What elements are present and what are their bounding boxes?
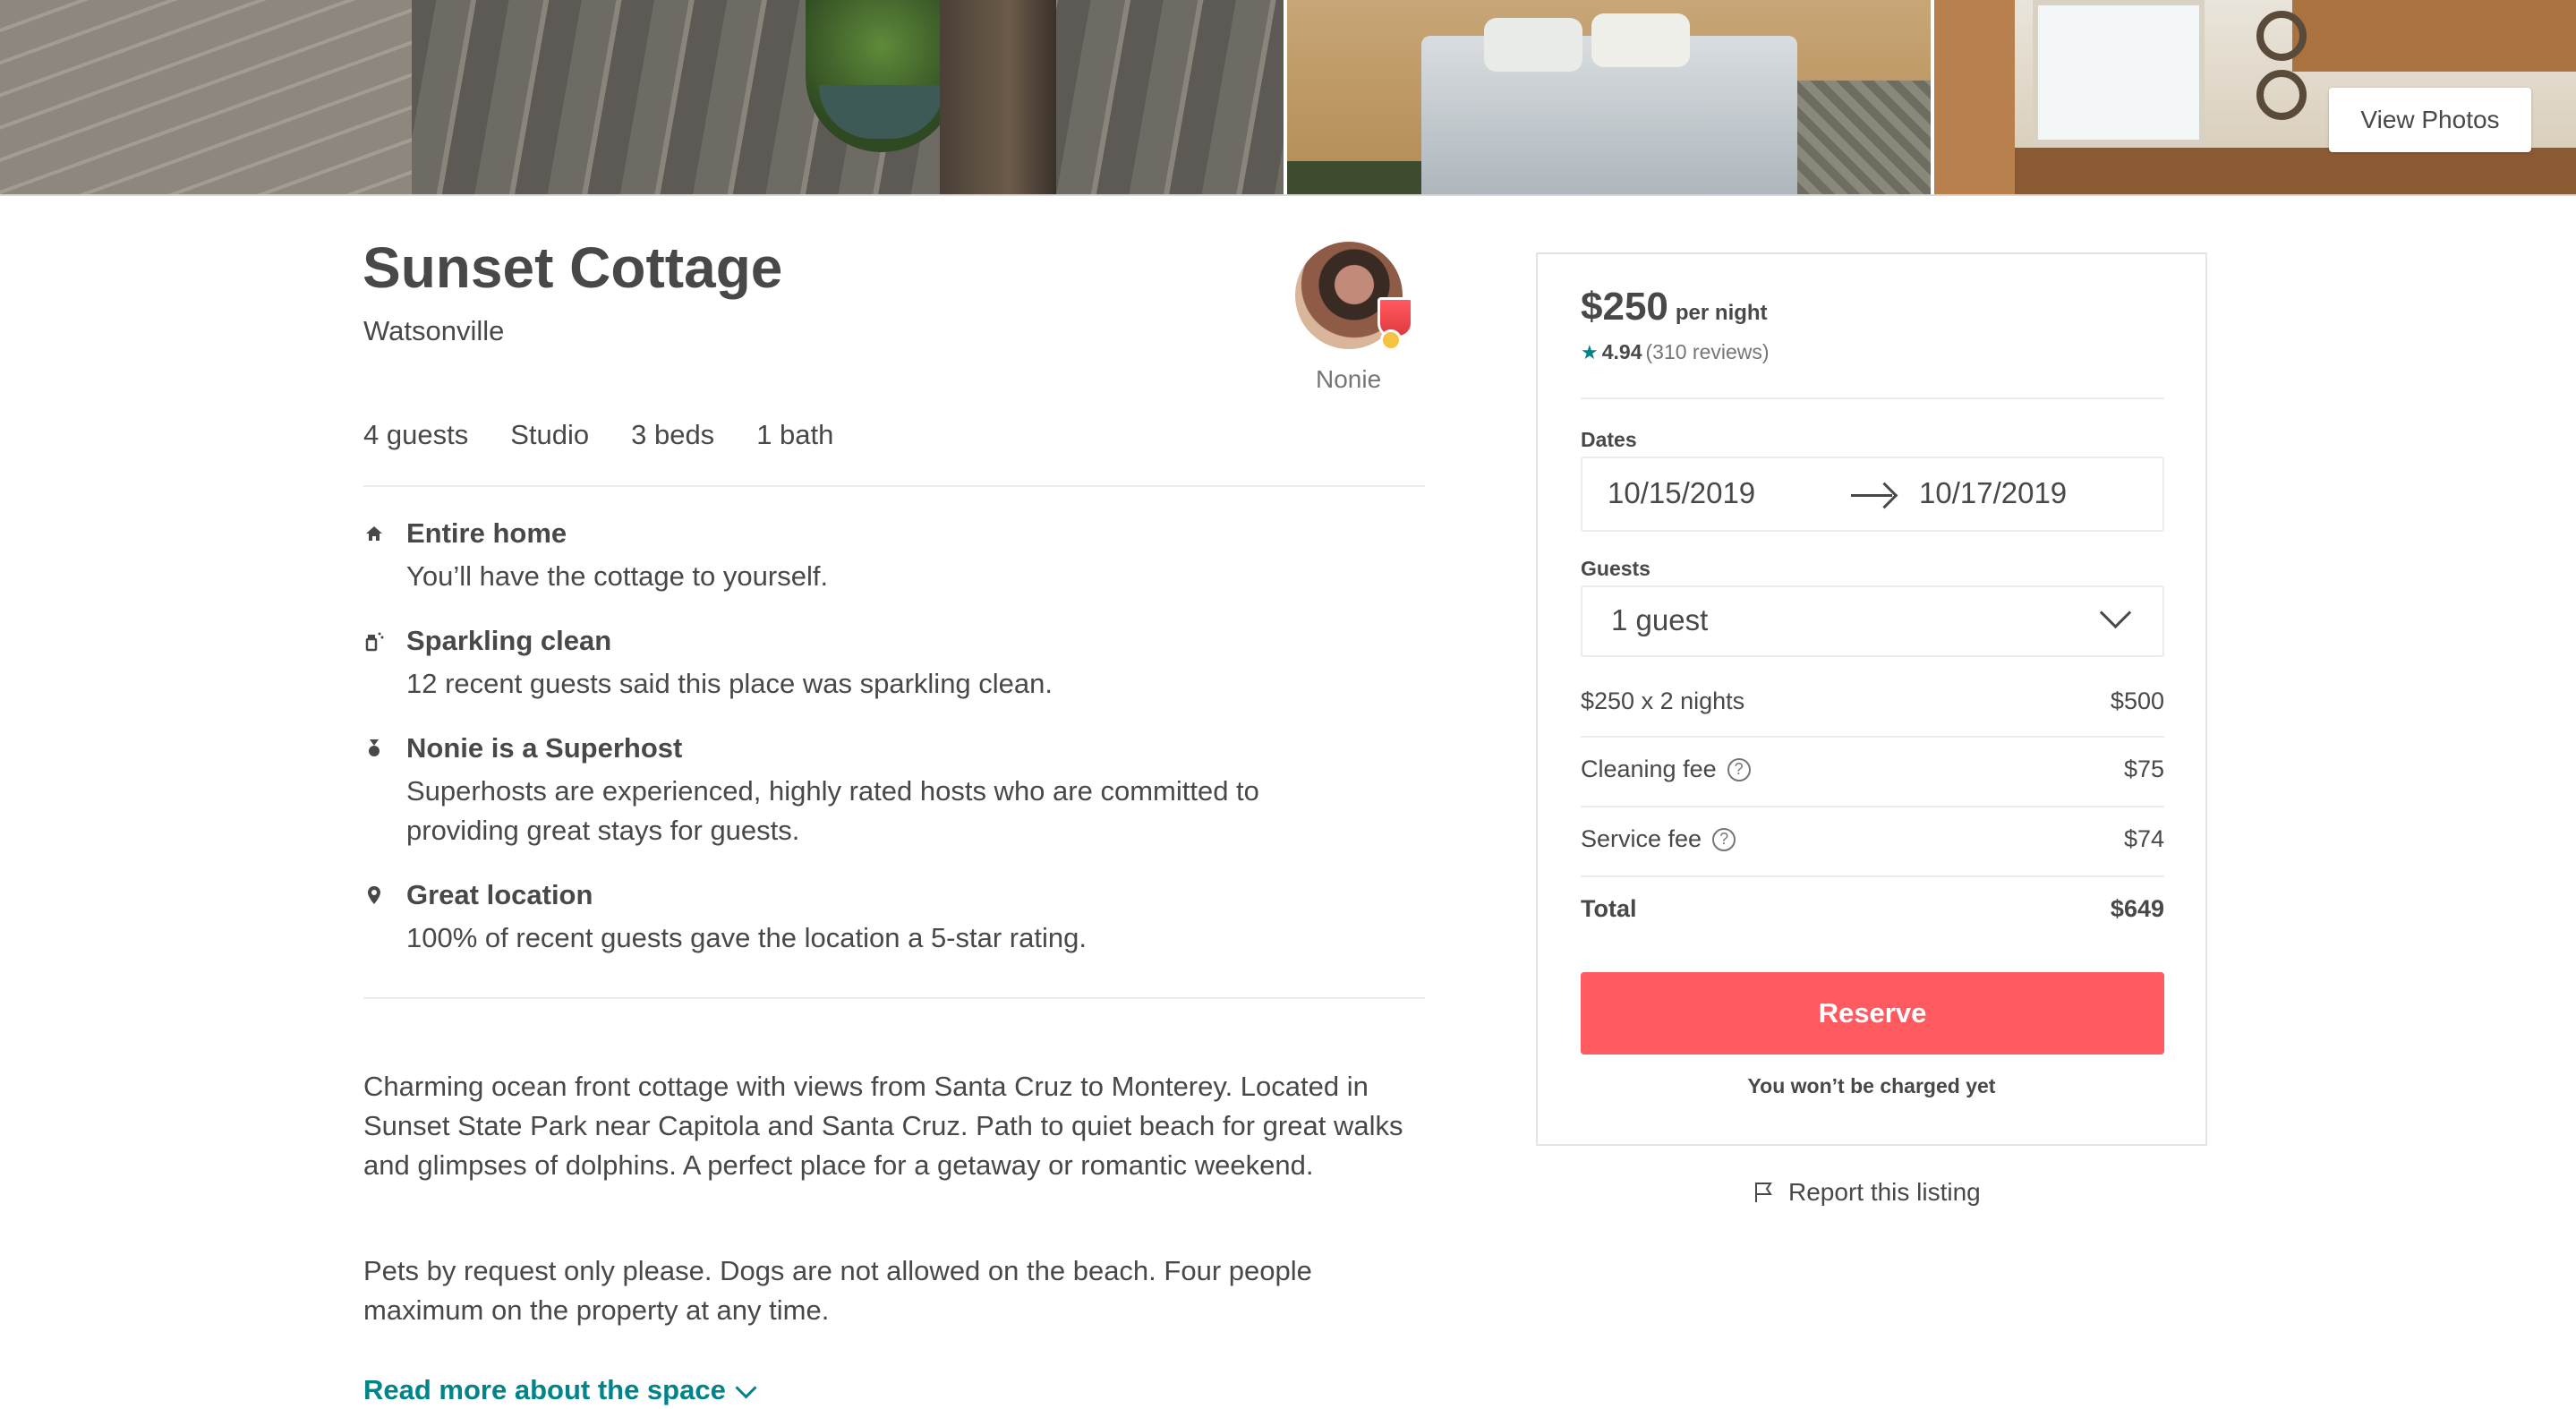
fee-row-cleaning: Cleaning fee ? $75 — [1581, 756, 2164, 791]
price-amount: $250 — [1581, 285, 1668, 329]
guests-select[interactable]: 1 guest — [1581, 585, 2164, 657]
stat-beds: 3 beds — [631, 419, 715, 450]
total-amount: $649 — [2110, 895, 2164, 922]
fee-label: Service fee — [1581, 825, 1702, 852]
reviews-count: (310 reviews) — [1645, 340, 1770, 363]
superhost-dot-icon — [1380, 329, 1402, 351]
chevron-down-icon — [2099, 596, 2132, 629]
spray-bottle-icon — [363, 630, 385, 652]
help-icon[interactable]: ? — [1712, 827, 1736, 851]
photo-kitchen-cabinet — [2292, 0, 2576, 72]
fee-row-nights: $250 x 2 nights $500 — [1581, 687, 2164, 723]
photo-kitchen-window — [2033, 0, 2205, 145]
highlight-description: Superhosts are experienced, highly rated… — [406, 775, 1259, 846]
guests-value: 1 guest — [1611, 603, 1709, 636]
report-label: Report this listing — [1788, 1178, 1981, 1206]
listing-title: Sunset Cottage — [363, 235, 783, 300]
panel-divider — [1581, 397, 2164, 399]
rating-summary[interactable]: ★ 4.94 (310 reviews) — [1581, 340, 1770, 364]
section-divider — [363, 997, 1425, 999]
panel-divider — [1581, 736, 2164, 738]
arrow-right-icon — [1851, 494, 1892, 497]
stat-guests: 4 guests — [363, 419, 469, 450]
map-pin-icon — [363, 884, 385, 906]
photo-kitchen-wreath — [2256, 70, 2307, 120]
home-icon — [363, 523, 385, 544]
photo-bedroom-floor — [1287, 161, 1421, 194]
highlight-description: 100% of recent guests gave the location … — [406, 922, 1087, 953]
highlight-description: 12 recent guests said this place was spa… — [406, 668, 1053, 699]
no-charge-note: You won’t be charged yet — [1747, 1074, 1996, 1097]
fee-label: $250 x 2 nights — [1581, 687, 1745, 714]
check-out-date[interactable]: 10/17/2019 — [1919, 476, 2067, 510]
read-more-link[interactable]: Read more about the space — [363, 1374, 757, 1406]
listing-description-paragraph: Pets by request only please. Dogs are no… — [363, 1255, 1312, 1326]
photo-kitchen-wreath — [2256, 11, 2307, 61]
flag-icon — [1753, 1181, 1776, 1204]
listing-location[interactable]: Watsonville — [363, 315, 504, 347]
photo-kitchen-counter — [2015, 148, 2576, 194]
photo-bedroom-pillow — [1591, 13, 1690, 67]
highlight-title: Sparkling clean — [406, 625, 612, 656]
dates-label: Dates — [1581, 428, 1637, 451]
photo-gallery[interactable]: View Photos — [0, 0, 2576, 196]
check-in-date[interactable]: 10/15/2019 — [1608, 476, 1755, 510]
per-night-label: per night — [1675, 301, 1768, 325]
total-label: Total — [1581, 895, 1637, 922]
booking-panel: $250 per night ★ 4.94 (310 reviews) Date… — [1536, 252, 2207, 1146]
rating-score: 4.94 — [1601, 340, 1642, 363]
read-more-label: Read more about the space — [363, 1374, 726, 1405]
photo-deck[interactable] — [0, 0, 1284, 194]
fee-label: Cleaning fee — [1581, 756, 1717, 782]
highlight-title: Nonie is a Superhost — [406, 732, 683, 764]
reserve-button[interactable]: Reserve — [1581, 972, 2164, 1055]
photo-deck-bench — [0, 0, 412, 194]
panel-divider — [1581, 875, 2164, 877]
dates-picker[interactable]: 10/15/2019 10/17/2019 — [1581, 457, 2164, 532]
view-photos-button[interactable]: View Photos — [2329, 88, 2531, 152]
nightly-price: $250 per night — [1581, 285, 1768, 329]
section-divider — [363, 485, 1425, 487]
fee-amount: $74 — [2123, 825, 2164, 852]
guests-label: Guests — [1581, 557, 1651, 580]
medal-icon — [363, 738, 385, 759]
highlight-title: Great location — [406, 879, 593, 910]
photo-deck-post — [940, 0, 1056, 194]
host-avatar[interactable] — [1295, 242, 1413, 351]
photo-bedroom-sofa — [1797, 81, 1931, 194]
stat-baths: 1 bath — [756, 419, 834, 450]
help-icon[interactable]: ? — [1727, 757, 1751, 781]
listing-description-paragraph: Charming ocean front cottage with views … — [363, 1071, 1403, 1181]
panel-divider — [1581, 806, 2164, 807]
photo-bedroom[interactable] — [1287, 0, 1931, 194]
star-icon: ★ — [1581, 340, 1599, 363]
fee-row-total: Total $649 — [1581, 895, 2164, 931]
fee-amount: $500 — [2110, 687, 2164, 714]
photo-bedroom-pillow — [1484, 18, 1582, 72]
photo-kitchen-cabinet — [1934, 0, 2015, 194]
chevron-down-icon — [735, 1376, 757, 1399]
host-name[interactable]: Nonie — [1316, 365, 1381, 394]
fee-amount: $75 — [2123, 756, 2164, 782]
stat-room-type: Studio — [510, 419, 590, 450]
listing-stats: 4 guests Studio 3 beds 1 bath — [363, 419, 833, 451]
highlight-title: Entire home — [406, 517, 567, 549]
fee-row-service: Service fee ? $74 — [1581, 825, 2164, 861]
highlight-description: You’ll have the cottage to yourself. — [406, 560, 829, 592]
report-listing-link[interactable]: Report this listing — [1753, 1178, 1981, 1207]
